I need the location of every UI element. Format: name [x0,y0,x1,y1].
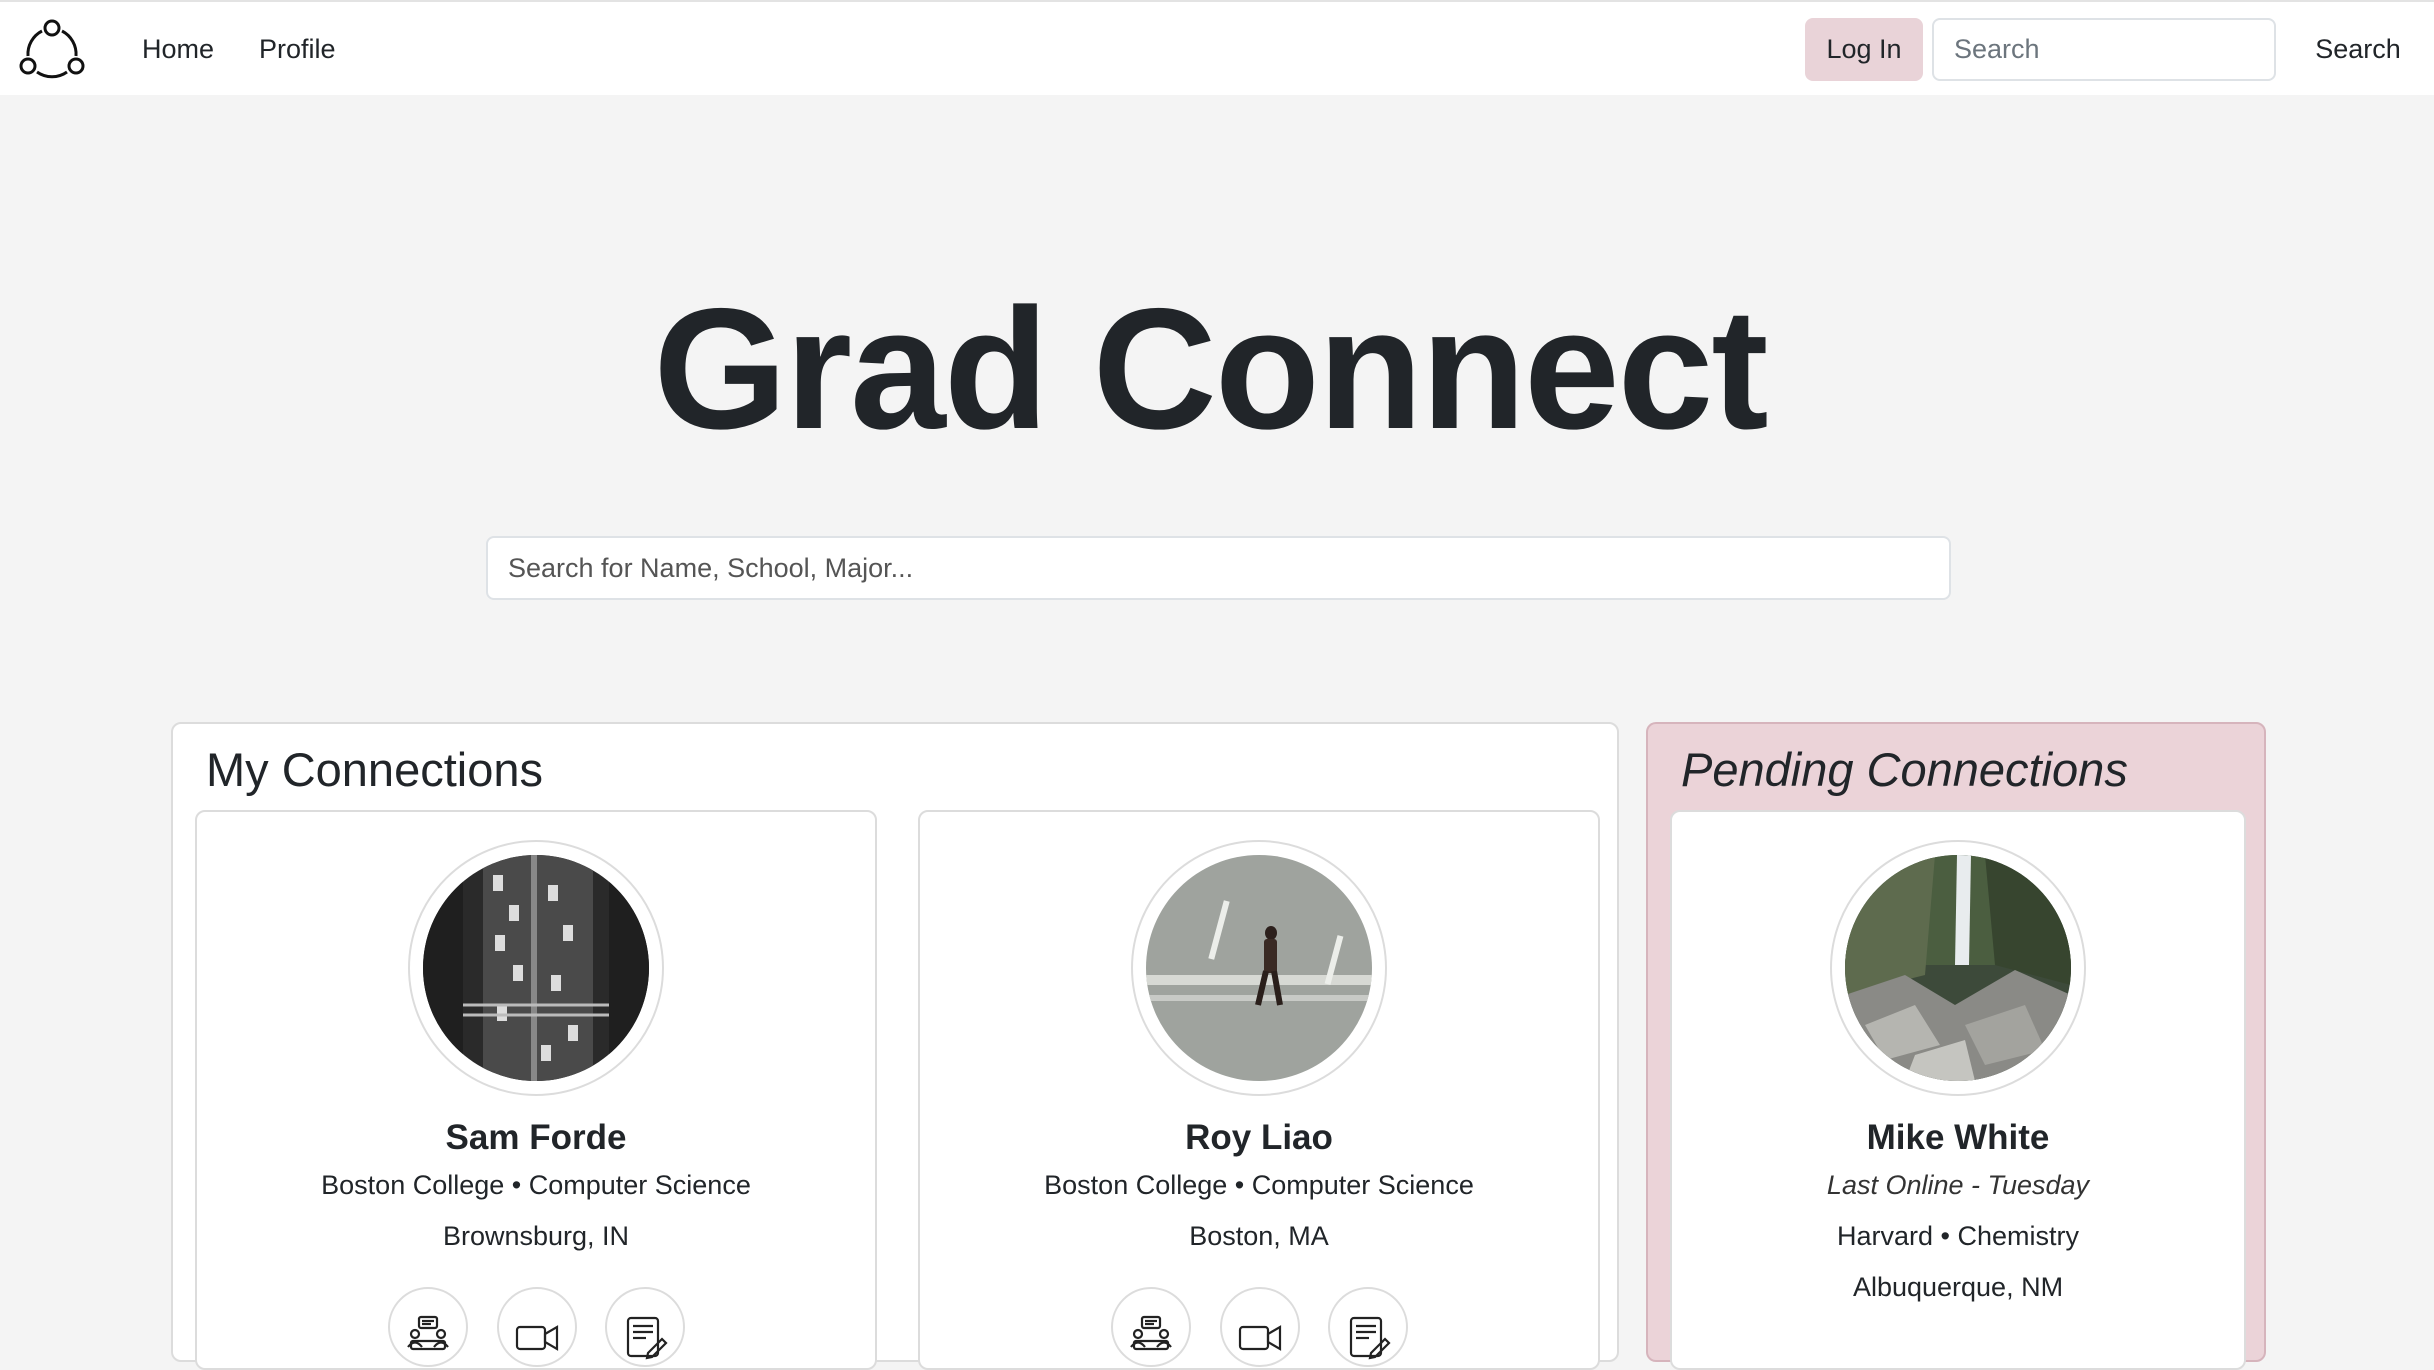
avatar-photo-waterfall [1845,855,2071,1081]
page-title: Grad Connect [653,273,1768,465]
connection-location: Boston, MA [1189,1221,1329,1251]
video-call-button[interactable] [1220,1287,1300,1367]
pending-connection-location: Albuquerque, NM [1852,1272,2064,1302]
nav-link-profile[interactable]: Profile [259,34,336,65]
notes-edit-icon [626,1316,668,1360]
notes-button[interactable] [1328,1287,1408,1367]
nav-search-button[interactable]: Search [2296,18,2420,81]
pending-connection-name[interactable]: Mike White [1672,1118,2244,1158]
avatar[interactable] [1131,840,1387,1096]
chat-button[interactable] [388,1287,468,1367]
avatar-photo-walking-person [1146,855,1372,1081]
chat-people-icon [1130,1315,1172,1351]
my-connections-title: My Connections [206,743,543,796]
pending-connection-card[interactable]: Mike White Last Online - Tuesday Harvard… [1670,810,2246,1370]
logo-icon[interactable] [16,14,88,86]
top-navbar: Home Profile Log In Search [0,0,2434,95]
nav-search-input[interactable] [1932,18,2276,81]
connection-school-major: Boston College • Computer Science [321,1170,751,1200]
notes-button[interactable] [605,1287,685,1367]
login-button[interactable]: Log In [1805,18,1923,81]
pending-connection-school-major: Harvard • Chemistry [1837,1221,2079,1251]
nav-link-home[interactable]: Home [142,34,214,65]
main-search-input[interactable] [486,536,1951,600]
last-online-status: Last Online - Tuesday [1826,1170,2090,1200]
notes-edit-icon [1349,1316,1391,1360]
avatar[interactable] [1830,840,2086,1096]
pending-connections-panel: Pending Connections Mike White Last Onli… [1646,722,2266,1370]
chat-people-icon [407,1315,449,1351]
video-camera-icon [515,1325,559,1351]
my-connections-panel: My Connections Sam Forde Boston College … [171,722,1619,1370]
pending-connections-title: Pending Connections [1681,743,2128,796]
connection-school-major: Boston College • Computer Science [1044,1170,1474,1200]
connection-location: Brownsburg, IN [442,1221,630,1251]
connection-card[interactable]: Roy Liao Boston College • Computer Scien… [918,810,1600,1370]
connection-name[interactable]: Roy Liao [920,1118,1598,1158]
avatar-photo-city-street [423,855,649,1081]
video-call-button[interactable] [497,1287,577,1367]
connection-name[interactable]: Sam Forde [197,1118,875,1158]
chat-button[interactable] [1111,1287,1191,1367]
video-camera-icon [1238,1325,1282,1351]
connection-card[interactable]: Sam Forde Boston College • Computer Scie… [195,810,877,1370]
avatar[interactable] [408,840,664,1096]
